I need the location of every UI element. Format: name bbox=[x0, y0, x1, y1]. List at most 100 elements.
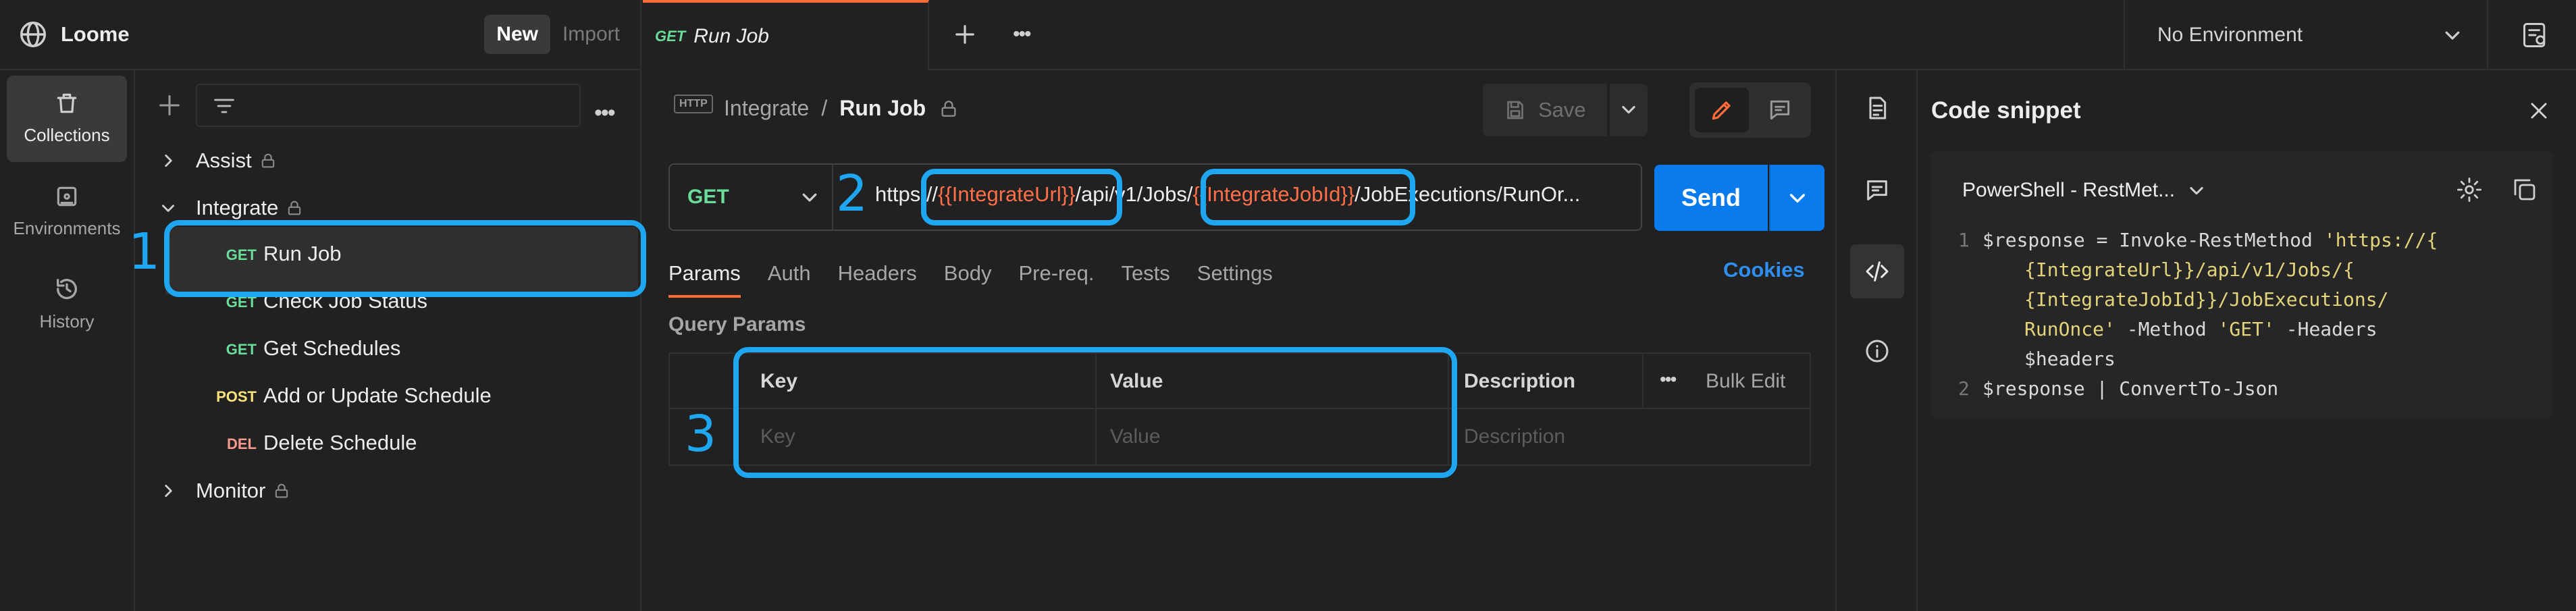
tab-title: Run Job bbox=[693, 25, 769, 47]
request-subtabs: Params Auth Headers Body Pre-req. Tests … bbox=[668, 257, 1273, 298]
trash-icon bbox=[54, 90, 80, 116]
snippet-title: Code snippet bbox=[1931, 97, 2081, 124]
request-name: Get Schedules bbox=[263, 336, 401, 360]
tree-folder-assist[interactable]: Assist bbox=[159, 146, 278, 176]
lock-icon bbox=[272, 481, 291, 500]
tab-body[interactable]: Body bbox=[944, 261, 992, 286]
annotation-box-1 bbox=[164, 220, 646, 297]
more-icon[interactable]: ••• bbox=[594, 100, 616, 126]
gear-icon[interactable] bbox=[2455, 176, 2483, 204]
chevron-down-icon bbox=[799, 187, 820, 207]
edit-mode-button[interactable] bbox=[1695, 88, 1749, 132]
code-line: 1 $response = Invoke-RestMethod 'https://… bbox=[1958, 225, 2539, 255]
filter-input[interactable] bbox=[196, 84, 581, 127]
annotation-box-3 bbox=[733, 347, 1457, 478]
cookies-link[interactable]: Cookies bbox=[1723, 258, 1805, 282]
tab-more-icon[interactable]: ••• bbox=[1013, 23, 1031, 46]
tab-params[interactable]: Params bbox=[668, 261, 741, 298]
tab-pre-request[interactable]: Pre-req. bbox=[1018, 261, 1094, 286]
code-text: $headers bbox=[2024, 348, 2115, 370]
method-select[interactable]: GET bbox=[670, 165, 833, 230]
code-string: {IntegrateUrl}}/api/v1/Jobs/{ bbox=[2024, 259, 2355, 281]
request-name: Add or Update Schedule bbox=[263, 383, 492, 407]
comments-icon[interactable] bbox=[1864, 177, 1891, 204]
code-line: 2 $response | ConvertTo-Json bbox=[1958, 374, 2539, 404]
chevron-down-icon bbox=[159, 199, 177, 217]
environment-quick-look-icon[interactable] bbox=[2521, 20, 2550, 50]
column-description: Description bbox=[1464, 370, 1576, 392]
environment-select[interactable]: No Environment bbox=[2124, 0, 2488, 70]
code-string: 'https://{ bbox=[2323, 229, 2438, 251]
tab-settings[interactable]: Settings bbox=[1197, 261, 1273, 286]
tab-tests[interactable]: Tests bbox=[1121, 261, 1169, 286]
code-text: -Headers bbox=[2274, 318, 2377, 340]
code-string: RunOnce' bbox=[2024, 318, 2115, 340]
line-number bbox=[1958, 255, 2024, 285]
method-badge: GET bbox=[226, 341, 257, 358]
line-number bbox=[1958, 315, 2024, 344]
add-icon[interactable] bbox=[154, 90, 185, 121]
line-number bbox=[1958, 285, 2024, 315]
tab-headers[interactable]: Headers bbox=[838, 261, 917, 286]
chevron-down-icon bbox=[2187, 181, 2206, 200]
tree-item-add-or-update-schedule[interactable]: POST Add or Update Schedule bbox=[0, 380, 641, 414]
tab-run-job[interactable]: GET Run Job bbox=[643, 0, 929, 70]
annotation-number-1: 1 bbox=[128, 223, 161, 281]
comment-mode-button[interactable] bbox=[1753, 88, 1807, 132]
annotation-box-2b bbox=[1201, 169, 1415, 225]
breadcrumb-parent[interactable]: Integrate bbox=[724, 96, 809, 121]
tree-item-get-schedules[interactable]: GET Get Schedules bbox=[0, 333, 641, 367]
tree-item-delete-schedule[interactable]: DEL Delete Schedule bbox=[0, 427, 641, 461]
code-line: {IntegrateUrl}}/api/v1/Jobs/{ bbox=[1958, 255, 2539, 285]
environment-label: No Environment bbox=[2157, 24, 2303, 46]
annotation-box-2a bbox=[921, 169, 1122, 225]
annotation-number-2: 2 bbox=[836, 165, 868, 223]
code-string: 'GET' bbox=[2217, 318, 2275, 340]
page-title: Run Job bbox=[839, 96, 926, 120]
language-label: PowerShell - RestMet... bbox=[1962, 179, 2176, 201]
lock-icon bbox=[285, 198, 304, 217]
request-name: Delete Schedule bbox=[263, 431, 417, 454]
save-icon bbox=[1503, 98, 1527, 122]
documentation-icon[interactable] bbox=[1864, 95, 1891, 122]
send-dropdown[interactable] bbox=[1769, 165, 1824, 231]
folder-label: Integrate bbox=[196, 196, 279, 219]
folder-label: Assist bbox=[196, 149, 252, 172]
lock-icon bbox=[938, 98, 960, 119]
close-icon[interactable] bbox=[2525, 97, 2552, 124]
code-text: $response | ConvertTo-Json bbox=[1982, 377, 2279, 400]
tab-underline bbox=[668, 295, 741, 298]
save-label: Save bbox=[1538, 98, 1586, 122]
bulk-edit-link[interactable]: Bulk Edit bbox=[1706, 370, 1785, 393]
chevron-right-icon bbox=[159, 482, 177, 500]
save-button[interactable]: Save bbox=[1483, 84, 1607, 136]
tab-label: Params bbox=[668, 261, 741, 285]
tree-folder-integrate[interactable]: Integrate bbox=[159, 193, 304, 223]
tab-auth[interactable]: Auth bbox=[768, 261, 811, 286]
code-string: {IntegrateJobId}}/JobExecutions/ bbox=[2024, 288, 2389, 311]
environment-icon bbox=[54, 184, 80, 209]
more-icon[interactable]: ••• bbox=[1660, 369, 1677, 390]
workspace-header: Loome New Import bbox=[0, 0, 641, 70]
code-line: RunOnce' -Method 'GET' -Headers bbox=[1958, 315, 2539, 344]
rail-collections-label: Collections bbox=[24, 125, 110, 145]
description-input[interactable]: Description bbox=[1464, 425, 1565, 448]
info-icon[interactable] bbox=[1864, 338, 1891, 365]
copy-icon[interactable] bbox=[2511, 176, 2539, 204]
method-label: GET bbox=[687, 186, 729, 208]
send-button[interactable]: Send bbox=[1654, 165, 1768, 231]
import-button[interactable]: Import bbox=[562, 23, 620, 46]
method-badge: DEL bbox=[227, 435, 257, 452]
code-line: $headers bbox=[1958, 344, 2539, 374]
code-icon-active[interactable] bbox=[1850, 244, 1904, 298]
pencil-icon bbox=[1709, 97, 1735, 123]
save-dropdown[interactable] bbox=[1610, 84, 1648, 136]
new-tab-icon[interactable] bbox=[951, 20, 979, 49]
globe-icon bbox=[18, 19, 49, 50]
code-lines: 1 $response = Invoke-RestMethod 'https://… bbox=[1958, 225, 2539, 404]
new-button[interactable]: New bbox=[484, 15, 550, 54]
rail-collections[interactable]: Collections bbox=[7, 76, 127, 162]
language-select[interactable]: PowerShell - RestMet... bbox=[1962, 176, 2206, 205]
tree-folder-monitor[interactable]: Monitor bbox=[159, 476, 291, 506]
workspace-name: Loome bbox=[61, 22, 130, 46]
